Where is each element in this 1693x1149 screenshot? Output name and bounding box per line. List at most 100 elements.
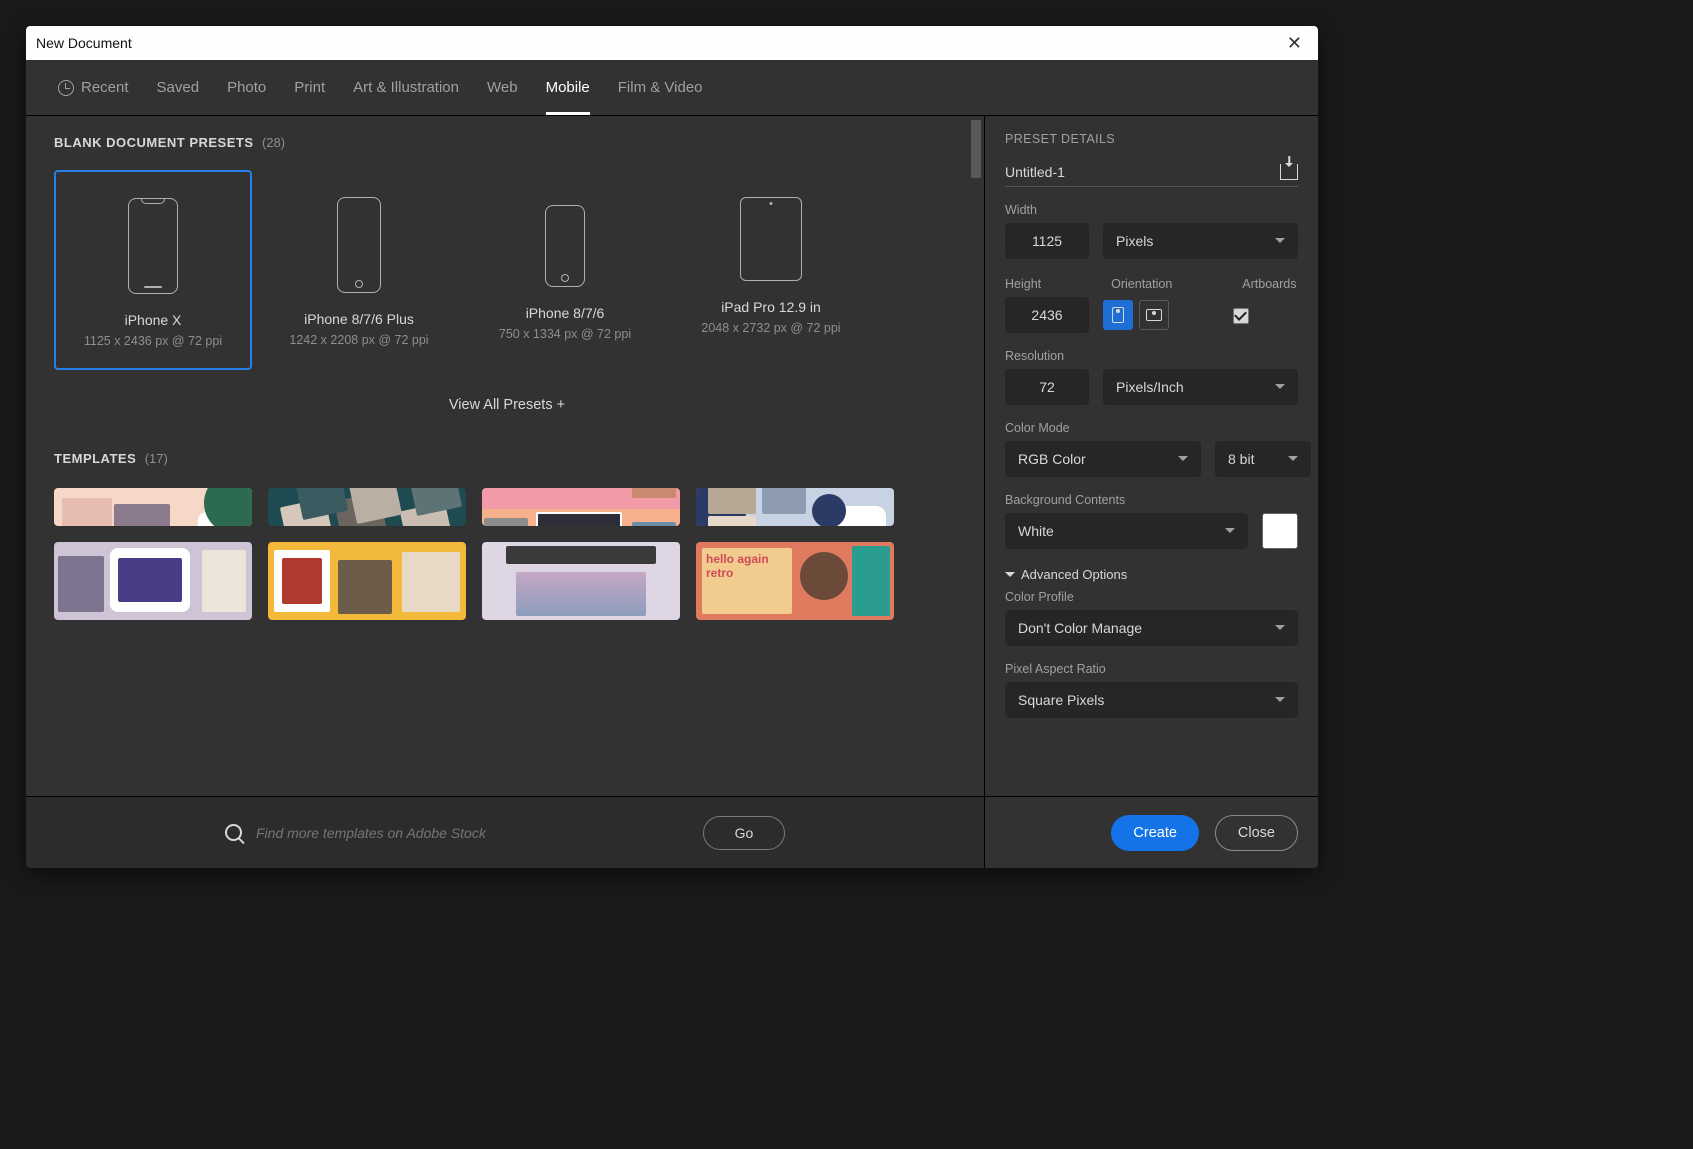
tab-label: Art & Illustration	[353, 79, 459, 96]
color-mode-label: Color Mode	[1005, 421, 1298, 435]
close-button[interactable]: Close	[1215, 815, 1298, 851]
preset-iphone-8[interactable]: iPhone 8/7/6 750 x 1334 px @ 72 ppi	[466, 170, 664, 370]
advanced-options-toggle[interactable]: Advanced Options	[1005, 567, 1298, 582]
template-thumbnail	[268, 542, 466, 620]
background-color-swatch[interactable]	[1262, 513, 1298, 549]
tab-label: Recent	[81, 79, 129, 96]
save-preset-icon[interactable]	[1280, 164, 1298, 180]
tab-print[interactable]: Print	[294, 60, 325, 115]
resolution-unit-select[interactable]: Pixels/Inch	[1103, 369, 1298, 405]
go-button[interactable]: Go	[703, 816, 785, 850]
create-button[interactable]: Create	[1111, 815, 1199, 851]
tab-photo[interactable]: Photo	[227, 60, 266, 115]
dialog-footer: Create Close	[985, 796, 1318, 868]
chevron-down-icon	[1288, 456, 1298, 466]
template-card[interactable]: Aura Grid Social Med… FREE	[54, 488, 252, 526]
preset-details-title: PRESET DETAILS	[1005, 132, 1298, 146]
presets-count: (28)	[262, 135, 285, 150]
scrollbar[interactable]	[968, 116, 984, 868]
background-label: Background Contents	[1005, 493, 1298, 507]
search-input[interactable]	[256, 825, 689, 841]
bit-depth-select[interactable]: 8 bit	[1215, 441, 1311, 477]
orientation-portrait-button[interactable]	[1103, 300, 1133, 330]
template-thumbnail	[482, 542, 680, 620]
height-label: Height	[1005, 277, 1041, 291]
dialog-header: New Document ✕	[26, 26, 1318, 60]
chevron-down-icon	[1275, 384, 1285, 394]
select-value: Don't Color Manage	[1018, 620, 1142, 636]
resolution-input[interactable]	[1005, 369, 1089, 405]
template-card[interactable]	[54, 542, 252, 620]
category-tabs: Recent Saved Photo Print Art & Illustrat…	[26, 60, 1318, 116]
artboards-checkbox[interactable]	[1233, 308, 1249, 324]
color-profile-label: Color Profile	[1005, 590, 1298, 604]
select-value: Pixels	[1116, 233, 1153, 249]
select-value: 8 bit	[1228, 451, 1254, 467]
preset-name: iPhone 8/7/6	[526, 305, 605, 321]
template-card[interactable]: UTE Bold Social Media Set FREE	[482, 488, 680, 526]
presets-section-title: BLANK DOCUMENT PRESETS	[54, 135, 254, 150]
preset-name: iPad Pro 12.9 in	[721, 299, 821, 315]
preset-iphone-x[interactable]: iPhone X 1125 x 2436 px @ 72 ppi	[54, 170, 252, 370]
artboards-label: Artboards	[1242, 277, 1296, 291]
tab-web[interactable]: Web	[487, 60, 518, 115]
width-label: Width	[1005, 203, 1298, 217]
chevron-down-icon	[1178, 456, 1188, 466]
portrait-icon	[1112, 307, 1124, 323]
pixel-aspect-select[interactable]: Square Pixels	[1005, 682, 1298, 718]
template-card[interactable]	[482, 542, 680, 620]
template-thumbnail	[268, 488, 466, 526]
chevron-down-icon	[1225, 528, 1235, 538]
width-input[interactable]	[1005, 223, 1089, 259]
orientation-label: Orientation	[1111, 277, 1172, 291]
background-select[interactable]: White	[1005, 513, 1248, 549]
chevron-down-icon	[1275, 697, 1285, 707]
pixel-aspect-label: Pixel Aspect Ratio	[1005, 662, 1298, 676]
chevron-down-icon	[1275, 625, 1285, 635]
search-icon	[225, 824, 242, 841]
preset-ipad-pro[interactable]: iPad Pro 12.9 in 2048 x 2732 px @ 72 ppi	[672, 170, 870, 370]
tab-saved[interactable]: Saved	[157, 60, 200, 115]
color-mode-select[interactable]: RGB Color	[1005, 441, 1201, 477]
dialog-title: New Document	[36, 35, 132, 51]
preset-name: iPhone 8/7/6 Plus	[304, 311, 414, 327]
view-all-presets-link[interactable]: View All Presets +	[449, 397, 565, 413]
tab-label: Film & Video	[618, 79, 703, 96]
new-document-dialog: New Document ✕ Recent Saved Photo Print …	[26, 26, 1318, 868]
template-card[interactable]: Austere Social Media… FREE	[268, 488, 466, 526]
template-thumbnail	[54, 488, 252, 526]
tab-label: Photo	[227, 79, 266, 96]
preset-name: iPhone X	[125, 312, 182, 328]
device-icon	[545, 205, 585, 287]
preset-dims: 750 x 1334 px @ 72 ppi	[499, 327, 631, 341]
width-unit-select[interactable]: Pixels	[1103, 223, 1298, 259]
template-card[interactable]: Cool Organic Social… FREE	[696, 488, 894, 526]
select-value: Square Pixels	[1018, 692, 1104, 708]
preset-details-panel: PRESET DETAILS Untitled-1 Width Pixels H…	[984, 116, 1318, 868]
orientation-landscape-button[interactable]	[1139, 300, 1169, 330]
tab-label: Saved	[157, 79, 200, 96]
tab-art-illustration[interactable]: Art & Illustration	[353, 60, 459, 115]
device-icon	[128, 198, 178, 294]
chevron-down-icon	[1275, 238, 1285, 248]
close-icon[interactable]: ✕	[1281, 33, 1308, 54]
template-thumbnail	[54, 542, 252, 620]
chevron-down-icon	[1005, 572, 1015, 582]
select-value: Pixels/Inch	[1116, 379, 1184, 395]
templates-count: (17)	[145, 451, 168, 466]
device-icon	[740, 197, 802, 281]
document-name[interactable]: Untitled-1	[1005, 164, 1065, 180]
template-thumbnail: hello again retro	[696, 542, 894, 620]
tab-recent[interactable]: Recent	[58, 60, 129, 115]
color-profile-select[interactable]: Don't Color Manage	[1005, 610, 1298, 646]
resolution-label: Resolution	[1005, 349, 1298, 363]
preset-iphone-plus[interactable]: iPhone 8/7/6 Plus 1242 x 2208 px @ 72 pp…	[260, 170, 458, 370]
tab-film-video[interactable]: Film & Video	[618, 60, 703, 115]
height-input[interactable]	[1005, 297, 1089, 333]
left-panel: BLANK DOCUMENT PRESETS (28) iPhone X 112…	[26, 116, 984, 868]
tab-mobile[interactable]: Mobile	[546, 60, 590, 115]
template-card[interactable]: hello again retro	[696, 542, 894, 620]
template-card[interactable]	[268, 542, 466, 620]
templates-grid: Aura Grid Social Med… FREE	[54, 488, 960, 620]
presets-grid: iPhone X 1125 x 2436 px @ 72 ppi iPhone …	[54, 170, 960, 370]
